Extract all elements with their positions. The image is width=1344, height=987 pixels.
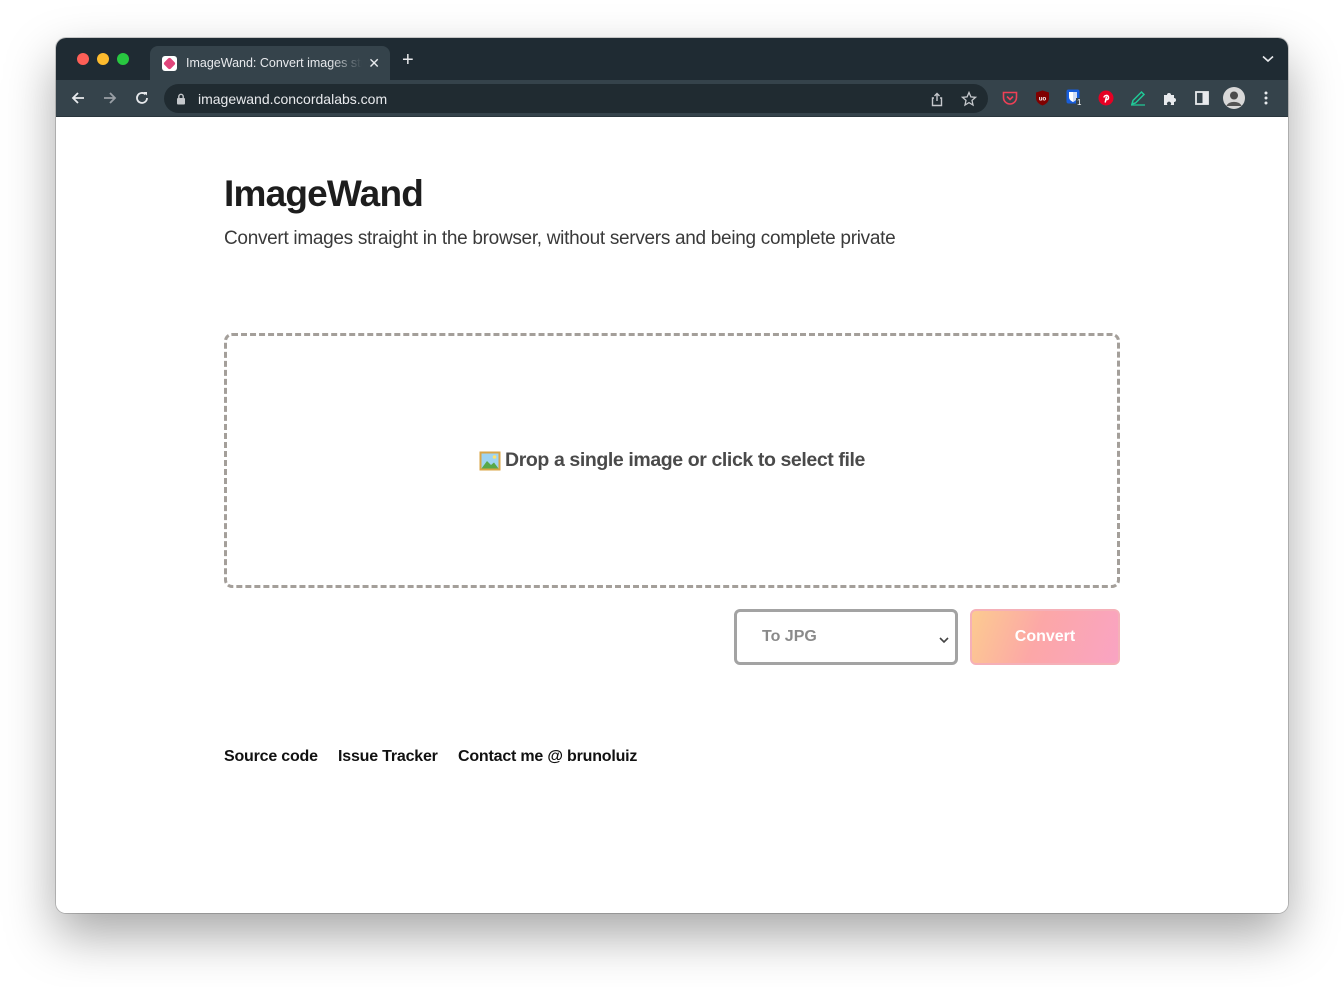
puzzle-icon[interactable] <box>1161 89 1179 107</box>
browser-window: ImageWand: Convert images straight in th… <box>56 38 1288 913</box>
page-subtitle: Convert images straight in the browser, … <box>224 228 896 249</box>
dropzone-label: Drop a single image or click to select f… <box>505 449 865 471</box>
forward-arrow-icon[interactable] <box>98 86 122 110</box>
lock-icon[interactable] <box>176 92 186 110</box>
convert-button-label: Convert <box>1014 628 1076 645</box>
issue-tracker-link[interactable]: Issue Tracker <box>338 748 438 766</box>
pinterest-icon[interactable] <box>1097 89 1115 107</box>
maximize-window-button[interactable] <box>117 53 129 65</box>
browser-menu-icon[interactable] <box>1257 89 1275 107</box>
bitwarden-icon[interactable]: 1 <box>1065 89 1083 107</box>
chevron-down-icon <box>939 631 949 649</box>
minimize-window-button[interactable] <box>97 53 109 65</box>
page-content: ImageWand Convert images straight in the… <box>56 117 1288 913</box>
sidepanel-icon[interactable] <box>1193 89 1211 107</box>
reload-icon[interactable] <box>130 86 154 110</box>
close-window-button[interactable] <box>77 53 89 65</box>
address-bar[interactable]: imagewand.concordalabs.com <box>164 84 988 113</box>
format-select-value: To JPG <box>762 628 817 645</box>
image-dropzone[interactable]: Drop a single image or click to select f… <box>224 333 1120 588</box>
ublock-icon[interactable]: uo <box>1033 89 1051 107</box>
browser-tab[interactable]: ImageWand: Convert images straight in th… <box>150 46 390 80</box>
bookmark-star-icon[interactable] <box>960 90 978 108</box>
convert-button[interactable]: Convert <box>970 609 1120 665</box>
profile-avatar[interactable] <box>1222 86 1246 110</box>
url-text: imagewand.concordalabs.com <box>198 91 388 107</box>
tab-search-chevron-icon[interactable] <box>1262 52 1274 66</box>
share-icon[interactable] <box>928 90 946 108</box>
tab-title: ImageWand: Convert images straight in th… <box>186 56 362 70</box>
back-arrow-icon[interactable] <box>66 86 90 110</box>
svg-text:uo: uo <box>1038 97 1046 103</box>
pen-icon[interactable] <box>1129 89 1147 107</box>
contact-link[interactable]: Contact me @ brunoluiz <box>458 748 637 766</box>
source-code-link[interactable]: Source code <box>224 748 318 766</box>
framed-picture-icon <box>479 451 501 471</box>
pocket-icon[interactable] <box>1001 89 1019 107</box>
tab-close-icon[interactable]: ✕ <box>368 56 380 70</box>
page-title: ImageWand <box>224 173 424 214</box>
new-tab-button[interactable]: + <box>402 50 414 70</box>
bitwarden-badge: 1 <box>1076 98 1083 107</box>
tab-strip: ImageWand: Convert images straight in th… <box>56 38 1288 80</box>
imagewand-favicon-icon <box>162 55 177 71</box>
format-select[interactable]: To JPG <box>734 609 958 665</box>
browser-toolbar: imagewand.concordalabs.com uo 1 <box>56 80 1288 117</box>
